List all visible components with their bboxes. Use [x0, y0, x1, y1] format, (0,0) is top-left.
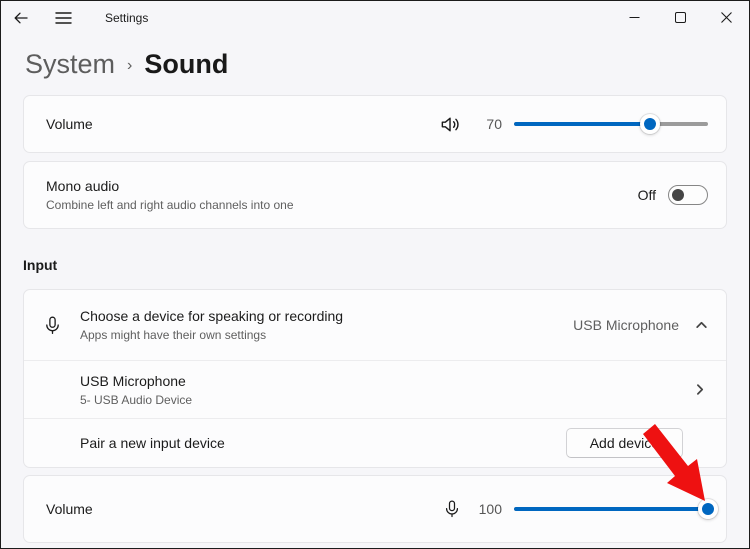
usb-microphone-subtitle: 5- USB Audio Device [80, 393, 192, 407]
back-button[interactable] [5, 5, 37, 31]
maximize-icon [675, 12, 686, 23]
input-volume-label: Volume [46, 501, 93, 517]
microphone-icon [442, 498, 462, 520]
hamburger-icon [55, 11, 72, 25]
picker-subtitle: Apps might have their own settings [80, 328, 343, 342]
menu-button[interactable] [47, 5, 79, 31]
output-volume-slider-thumb[interactable] [640, 114, 660, 134]
output-volume-slider[interactable] [514, 114, 708, 134]
input-section-header: Input [23, 257, 727, 277]
output-volume-row: Volume 70 [23, 95, 727, 153]
output-volume-label: Volume [46, 116, 93, 132]
speaker-icon [439, 113, 462, 136]
picker-title: Choose a device for speaking or recordin… [80, 308, 343, 324]
mono-audio-title: Mono audio [46, 178, 294, 194]
chevron-up-icon[interactable] [695, 319, 708, 332]
slider-track[interactable] [514, 507, 708, 511]
titlebar: Settings [1, 1, 749, 35]
maximize-button[interactable] [657, 1, 703, 33]
output-volume-value: 70 [476, 116, 502, 132]
breadcrumb-separator-icon: › [127, 57, 132, 75]
caption-buttons [611, 1, 749, 33]
input-volume-value: 100 [476, 501, 502, 517]
input-device-group: Choose a device for speaking or recordin… [23, 289, 727, 468]
slider-fill [514, 122, 650, 126]
mono-audio-state-label: Off [638, 187, 656, 203]
selected-input-device: USB Microphone [573, 317, 679, 333]
breadcrumb-system[interactable]: System [25, 49, 115, 80]
input-volume-slider-thumb[interactable] [698, 499, 718, 519]
usb-microphone-title: USB Microphone [80, 373, 192, 389]
page-title: Sound [144, 49, 228, 80]
close-icon [721, 12, 732, 23]
close-button[interactable] [703, 1, 749, 33]
mono-audio-toggle[interactable] [668, 185, 708, 205]
add-device-button[interactable]: Add device [566, 428, 683, 458]
slider-track[interactable] [514, 122, 708, 126]
input-device-picker-row[interactable]: Choose a device for speaking or recordin… [24, 290, 726, 360]
minimize-button[interactable] [611, 1, 657, 33]
slider-fill [514, 507, 708, 511]
mono-audio-row: Mono audio Combine left and right audio … [23, 161, 727, 229]
microphone-icon [42, 314, 63, 337]
chevron-right-icon [693, 383, 706, 396]
input-volume-slider[interactable] [514, 499, 708, 519]
pair-device-row: Pair a new input device Add device [24, 418, 726, 467]
mono-audio-subtitle: Combine left and right audio channels in… [46, 198, 294, 212]
breadcrumb: System › Sound [25, 43, 749, 85]
back-arrow-icon [13, 10, 29, 26]
settings-window: Settings System › Sound Volume 70 [0, 0, 750, 549]
minimize-icon [629, 12, 640, 23]
app-title: Settings [105, 11, 148, 25]
toggle-knob [672, 189, 684, 201]
input-volume-row: Volume 100 [23, 475, 727, 543]
pair-device-label: Pair a new input device [80, 435, 225, 451]
usb-microphone-row[interactable]: USB Microphone 5- USB Audio Device [24, 360, 726, 418]
